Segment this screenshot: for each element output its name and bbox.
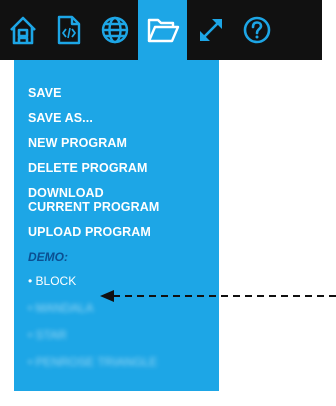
- pointer-arrow: [100, 290, 336, 302]
